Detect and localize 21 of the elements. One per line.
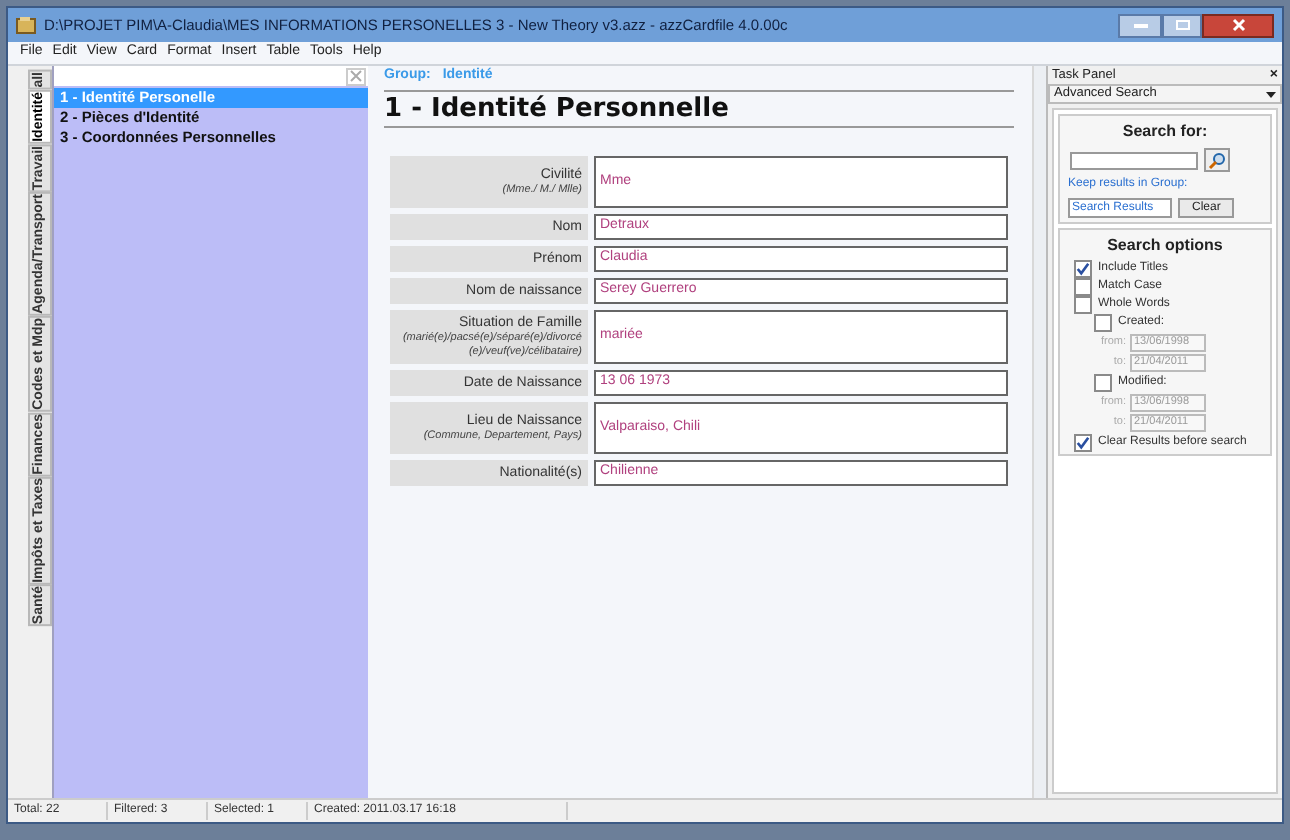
checkmark-icon (1076, 435, 1090, 449)
caret-icon (1266, 91, 1276, 97)
checkbox[interactable] (1074, 259, 1092, 277)
minimize-button[interactable] (1118, 13, 1162, 37)
clear-filter-button[interactable] (346, 67, 366, 85)
close-button[interactable] (1202, 13, 1274, 37)
checkmark-icon (1076, 261, 1090, 275)
scrollbar[interactable] (1032, 66, 1046, 798)
checkbox[interactable] (1094, 314, 1112, 332)
checkbox[interactable] (1074, 433, 1092, 451)
search-field[interactable] (1070, 151, 1198, 169)
search-icon (1208, 151, 1226, 169)
close-icon (350, 70, 362, 82)
section-heading: Search options (1105, 234, 1225, 258)
app-icon (16, 16, 36, 34)
card-title: 1 - Identité Personnelle (384, 92, 731, 126)
maximize-button[interactable] (1162, 13, 1202, 37)
close-icon (1231, 18, 1245, 32)
search-button[interactable] (1204, 148, 1230, 172)
checkbox[interactable] (1094, 374, 1112, 392)
section-heading: Search for: (1120, 120, 1210, 144)
